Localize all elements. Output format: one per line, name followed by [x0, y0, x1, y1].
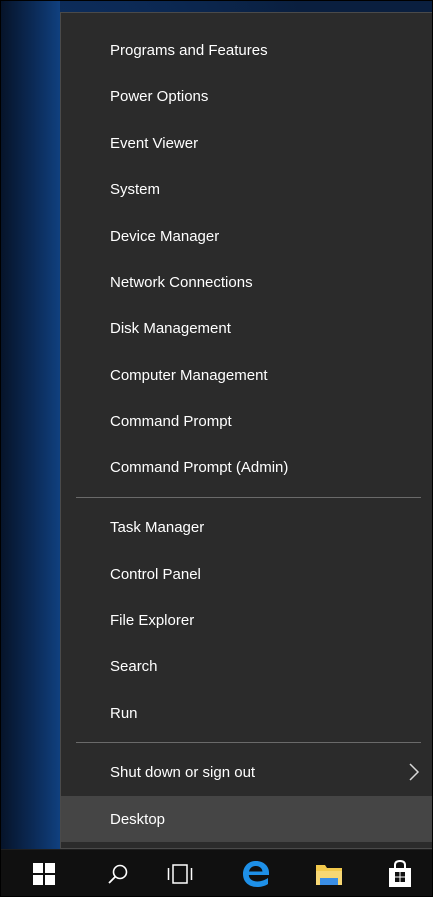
windows-start-icon: [33, 863, 55, 885]
menu-item-label: Disk Management: [110, 319, 231, 337]
menu-item-search[interactable]: Search: [61, 643, 432, 689]
edge-button[interactable]: [232, 850, 280, 897]
menu-item-shut-down-or-sign-out[interactable]: Shut down or sign out: [61, 749, 432, 795]
menu-separator: [76, 742, 421, 743]
menu-item-run[interactable]: Run: [61, 690, 432, 736]
edge-browser-icon: [243, 861, 269, 887]
menu-item-computer-management[interactable]: Computer Management: [61, 352, 432, 398]
menu-item-system[interactable]: System: [61, 166, 432, 212]
menu-item-label: Command Prompt: [110, 412, 232, 430]
desktop-wallpaper: [0, 0, 60, 849]
start-button[interactable]: [20, 850, 68, 897]
power-user-menu: Programs and Features Power Options Even…: [60, 12, 433, 849]
desktop-screen: Programs and Features Power Options Even…: [0, 0, 433, 897]
file-explorer-button[interactable]: [305, 850, 353, 897]
menu-item-label: Command Prompt (Admin): [110, 458, 289, 476]
search-button[interactable]: [94, 850, 142, 897]
menu-item-label: Programs and Features: [110, 41, 268, 59]
menu-separator: [76, 497, 421, 498]
menu-item-power-options[interactable]: Power Options: [61, 73, 432, 119]
menu-item-label: Computer Management: [110, 366, 268, 384]
menu-item-desktop[interactable]: Desktop: [61, 796, 432, 842]
menu-item-programs-and-features[interactable]: Programs and Features: [61, 27, 432, 73]
task-view-button[interactable]: [156, 850, 204, 897]
menu-item-event-viewer[interactable]: Event Viewer: [61, 120, 432, 166]
store-button[interactable]: [376, 850, 424, 897]
file-explorer-icon: [316, 865, 342, 885]
menu-item-disk-management[interactable]: Disk Management: [61, 305, 432, 351]
store-icon: [389, 860, 411, 887]
menu-item-label: Event Viewer: [110, 134, 199, 152]
menu-item-label: Control Panel: [110, 565, 201, 583]
menu-item-label: Desktop: [110, 810, 166, 828]
menu-item-task-manager[interactable]: Task Manager: [61, 504, 432, 550]
menu-item-label: System: [110, 180, 161, 198]
taskbar: [0, 849, 433, 897]
chevron-right-icon: [409, 763, 420, 781]
menu-item-device-manager[interactable]: Device Manager: [61, 213, 432, 259]
menu-item-label: Shut down or sign out: [110, 763, 256, 781]
task-view-icon: [167, 864, 193, 884]
menu-item-network-connections[interactable]: Network Connections: [61, 259, 432, 305]
menu-item-file-explorer[interactable]: File Explorer: [61, 597, 432, 643]
menu-item-label: Run: [110, 704, 138, 722]
menu-item-label: Search: [110, 657, 158, 675]
menu-item-label: Device Manager: [110, 227, 220, 245]
menu-item-label: File Explorer: [110, 611, 195, 629]
menu-item-label: Network Connections: [110, 273, 253, 291]
menu-item-control-panel[interactable]: Control Panel: [61, 551, 432, 597]
menu-item-command-prompt[interactable]: Command Prompt: [61, 398, 432, 444]
search-icon: [108, 864, 128, 884]
menu-item-label: Task Manager: [110, 518, 205, 536]
menu-item-label: Power Options: [110, 87, 209, 105]
menu-item-command-prompt-admin[interactable]: Command Prompt (Admin): [61, 444, 432, 490]
